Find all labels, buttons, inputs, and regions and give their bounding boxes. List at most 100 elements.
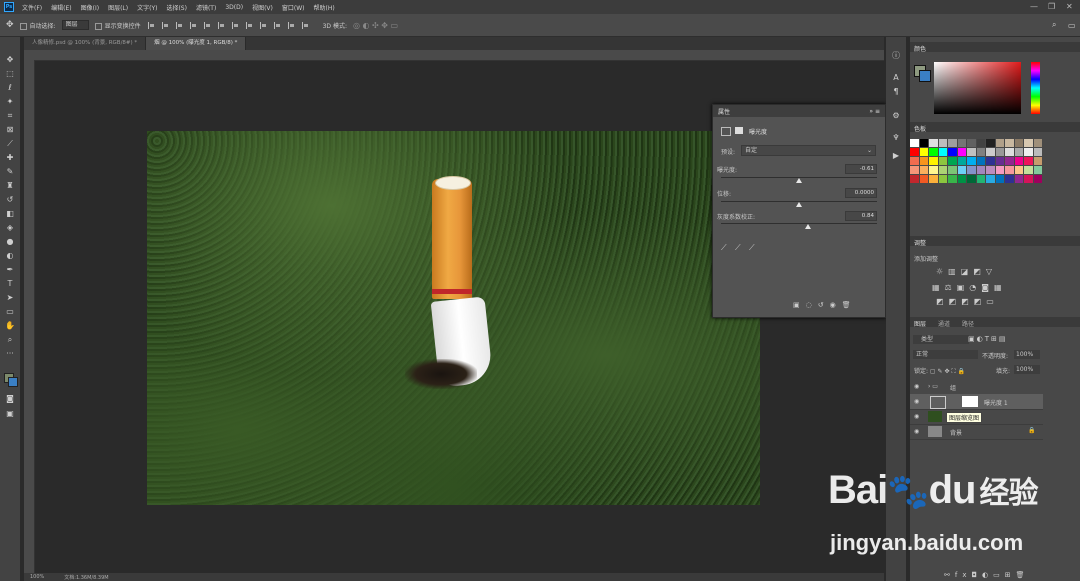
gamma-slider-thumb[interactable]: [805, 224, 812, 229]
info-icon[interactable]: ⓘ: [891, 51, 901, 61]
align-vcenter-icon[interactable]: [161, 21, 169, 29]
color-swatch[interactable]: [967, 148, 976, 156]
color-swatch[interactable]: [938, 157, 947, 165]
hue-slider[interactable]: [1031, 62, 1040, 114]
color-swatch[interactable]: [910, 139, 919, 147]
eyedropper-gray-icon[interactable]: ⟋: [735, 243, 741, 253]
hand-tool-icon[interactable]: ✋: [5, 321, 15, 331]
tab-layers[interactable]: 图层: [914, 319, 926, 328]
color-swatch[interactable]: [967, 166, 976, 174]
color-swatch[interactable]: [1033, 175, 1042, 183]
gamma-input[interactable]: 0.84: [845, 211, 877, 221]
color-swatch[interactable]: [929, 148, 938, 156]
menu-type[interactable]: 文字(Y): [137, 3, 157, 12]
healing-brush-icon[interactable]: ✚: [5, 153, 15, 163]
distribute-vcenter-icon[interactable]: [245, 21, 253, 29]
color-swatch[interactable]: [1005, 157, 1014, 165]
color-swatch[interactable]: [995, 166, 1004, 174]
color-swatch[interactable]: [1005, 139, 1014, 147]
actions-icon[interactable]: ▶: [891, 151, 901, 161]
align-left-icon[interactable]: [189, 21, 197, 29]
menu-help[interactable]: 帮助(H): [314, 3, 335, 12]
color-swatch[interactable]: [986, 139, 995, 147]
auto-select-checkbox[interactable]: [19, 22, 27, 30]
align-right-icon[interactable]: [217, 21, 225, 29]
layer-row-background[interactable]: ◉ 背景 🔒: [910, 424, 1043, 440]
color-swatch[interactable]: [919, 139, 928, 147]
menu-window[interactable]: 窗口(W): [282, 3, 305, 12]
align-hcenter-icon[interactable]: [203, 21, 211, 29]
color-swatch[interactable]: [948, 148, 957, 156]
align-bottom-icon[interactable]: [175, 21, 183, 29]
visibility-eye-icon[interactable]: ◉: [914, 413, 919, 420]
eyedropper-white-icon[interactable]: ⟋: [749, 243, 755, 253]
adjustment-icons-row-2[interactable]: ▦⚖▣◔◙▦: [932, 283, 1007, 292]
color-swatch[interactable]: [995, 157, 1004, 165]
screen-mode-icon[interactable]: ▣: [5, 409, 15, 419]
distribute-hcenter-icon[interactable]: [287, 21, 295, 29]
color-swatch[interactable]: [1033, 148, 1042, 156]
crop-tool-icon[interactable]: ⌗: [5, 111, 15, 121]
background-color-swatch[interactable]: [919, 70, 931, 82]
search-icon[interactable]: ⌕: [1052, 20, 1056, 30]
show-transform-checkbox[interactable]: [94, 22, 102, 30]
layer-filter-icons[interactable]: ▣◐T⊞▤: [968, 335, 1007, 343]
color-swatch[interactable]: [948, 175, 957, 183]
color-swatch[interactable]: [995, 175, 1004, 183]
color-swatch[interactable]: [986, 157, 995, 165]
close-icon[interactable]: ✕: [1066, 2, 1073, 11]
pen-tool-icon[interactable]: ✒: [5, 265, 15, 275]
menu-layer[interactable]: 图层(L): [108, 3, 128, 12]
document-canvas[interactable]: [147, 131, 760, 505]
layer-row-exposure[interactable]: ◉ 曝光度 1: [910, 394, 1043, 410]
color-swatch[interactable]: [986, 148, 995, 156]
move-tool-icon[interactable]: ✥: [5, 55, 15, 65]
character-icon[interactable]: A: [891, 73, 901, 83]
color-swatch[interactable]: [995, 139, 1004, 147]
fill-input[interactable]: 100%: [1014, 365, 1040, 374]
path-select-icon[interactable]: ➤: [5, 293, 15, 303]
distribute-left-icon[interactable]: [273, 21, 281, 29]
mask-icon[interactable]: [735, 127, 743, 134]
color-swatch[interactable]: [1005, 148, 1014, 156]
color-swatch[interactable]: [948, 139, 957, 147]
lasso-tool-icon[interactable]: ℓ: [5, 83, 15, 93]
minimize-icon[interactable]: —: [1030, 2, 1038, 11]
blend-mode-dropdown[interactable]: 正常: [913, 350, 978, 359]
tab-channels[interactable]: 通道: [938, 319, 950, 328]
history-brush-icon[interactable]: ↺: [5, 195, 15, 205]
exposure-input[interactable]: -0.61: [845, 164, 877, 174]
color-swatch[interactable]: [910, 148, 919, 156]
restore-icon[interactable]: ❐: [1048, 2, 1055, 11]
color-swatch[interactable]: [938, 139, 947, 147]
layer-row-image[interactable]: ◉ 图层缩览图: [910, 409, 1043, 425]
color-swatch[interactable]: [1005, 166, 1014, 174]
opacity-input[interactable]: 100%: [1014, 350, 1040, 359]
clone-stamp-icon[interactable]: ♜: [5, 181, 15, 191]
eyedropper-black-icon[interactable]: ⟋: [721, 243, 727, 253]
tab-adjustments[interactable]: 调整: [914, 238, 926, 247]
tab-swatches[interactable]: 色板: [914, 124, 926, 133]
color-swatch[interactable]: [957, 175, 966, 183]
color-swatch[interactable]: [1014, 166, 1023, 174]
layers-footer-icons[interactable]: ⚯fx◘◐▭⊞🗑: [944, 571, 1029, 579]
color-swatch[interactable]: [1033, 139, 1042, 147]
menu-image[interactable]: 图像(I): [81, 3, 99, 12]
layer-kind-filter[interactable]: 类型: [913, 335, 969, 344]
color-swatch[interactable]: [938, 166, 947, 174]
color-swatch[interactable]: [910, 175, 919, 183]
color-swatch[interactable]: [976, 157, 985, 165]
color-swatch[interactable]: [938, 175, 947, 183]
color-swatch[interactable]: [919, 148, 928, 156]
color-swatch[interactable]: [919, 157, 928, 165]
color-swatch[interactable]: [948, 157, 957, 165]
tab-document-2[interactable]: 烟 @ 100% (曝光度 1, RGB/8) *: [146, 37, 247, 50]
color-swatch[interactable]: [1024, 139, 1033, 147]
marquee-tool-icon[interactable]: ⬚: [5, 69, 15, 79]
color-swatch[interactable]: [967, 139, 976, 147]
color-swatch[interactable]: [1024, 157, 1033, 165]
tab-document-1[interactable]: 人像精修.psd @ 100% (背景, RGB/8#) *: [24, 37, 147, 50]
color-swatch[interactable]: [986, 175, 995, 183]
distribute-right-icon[interactable]: [301, 21, 309, 29]
more-tools-icon[interactable]: ···: [5, 349, 15, 359]
